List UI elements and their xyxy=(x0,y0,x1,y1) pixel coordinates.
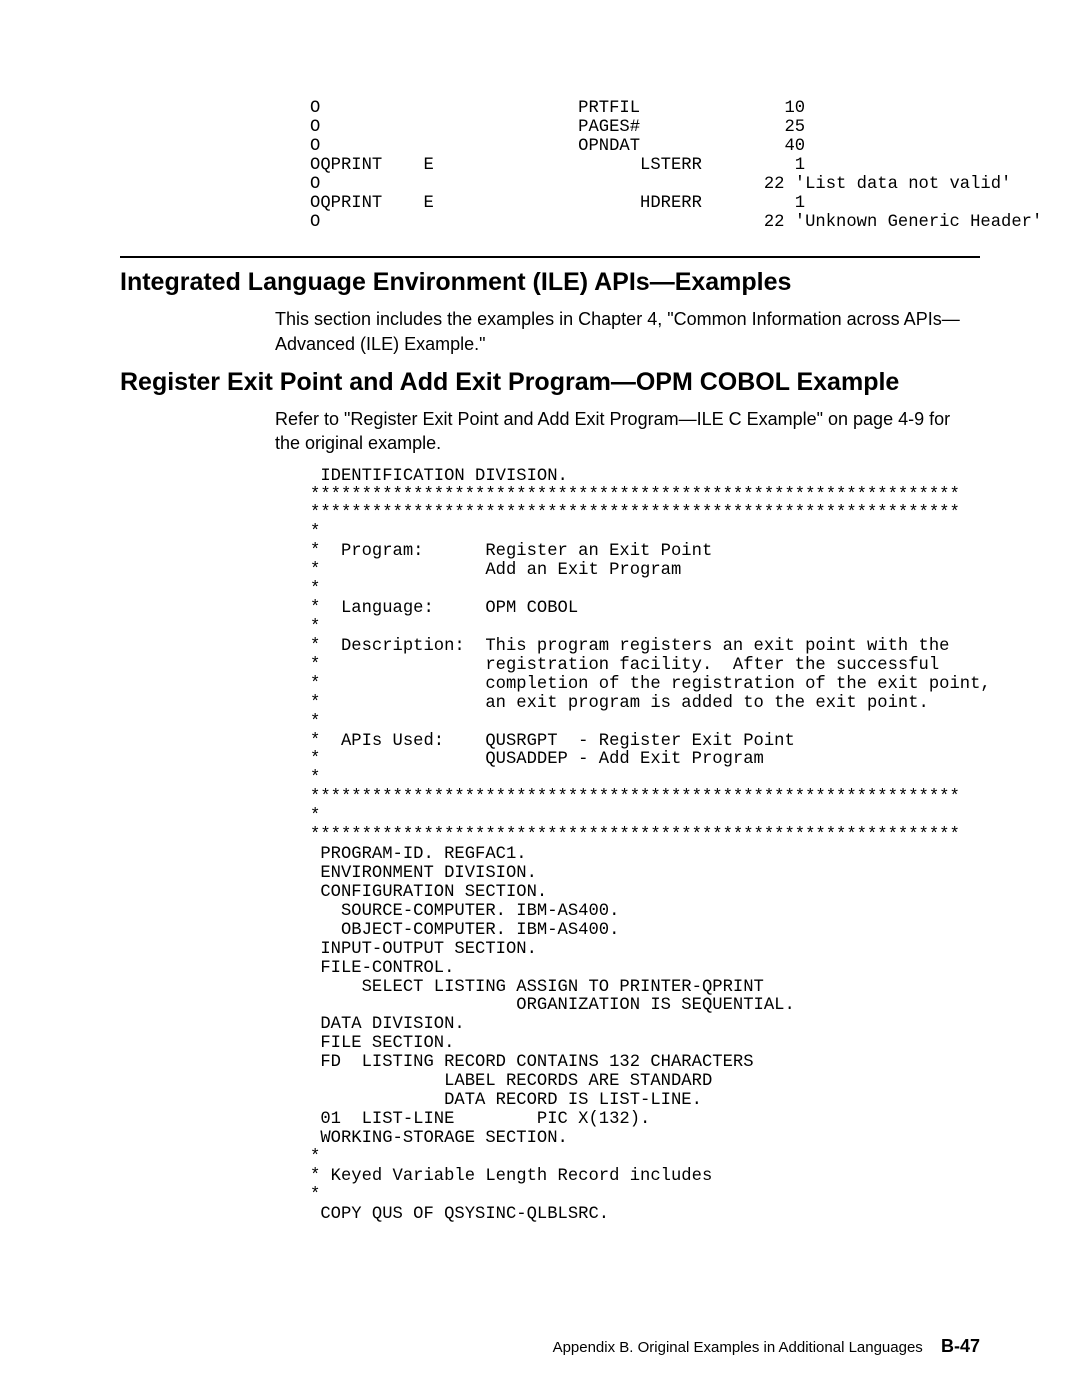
paragraph-refer: Refer to "Register Exit Point and Add Ex… xyxy=(275,407,980,456)
heading-register-exit-point: Register Exit Point and Add Exit Program… xyxy=(120,368,980,397)
code-block-top: O PRTFIL 10 O PAGES# 25 O OPNDAT 40 OQPR… xyxy=(310,100,980,232)
section-rule-1 xyxy=(120,256,980,258)
page-footer: Appendix B. Original Examples in Additio… xyxy=(553,1336,980,1357)
paragraph-ile-intro: This section includes the examples in Ch… xyxy=(275,307,980,356)
document-page: O PRTFIL 10 O PAGES# 25 O OPNDAT 40 OQPR… xyxy=(0,0,1080,1397)
heading-ile-apis: Integrated Language Environment (ILE) AP… xyxy=(120,268,980,297)
code-block-cobol: IDENTIFICATION DIVISION. ***************… xyxy=(310,468,980,1225)
footer-text: Appendix B. Original Examples in Additio… xyxy=(553,1339,923,1356)
footer-page-number: B-47 xyxy=(941,1336,980,1356)
